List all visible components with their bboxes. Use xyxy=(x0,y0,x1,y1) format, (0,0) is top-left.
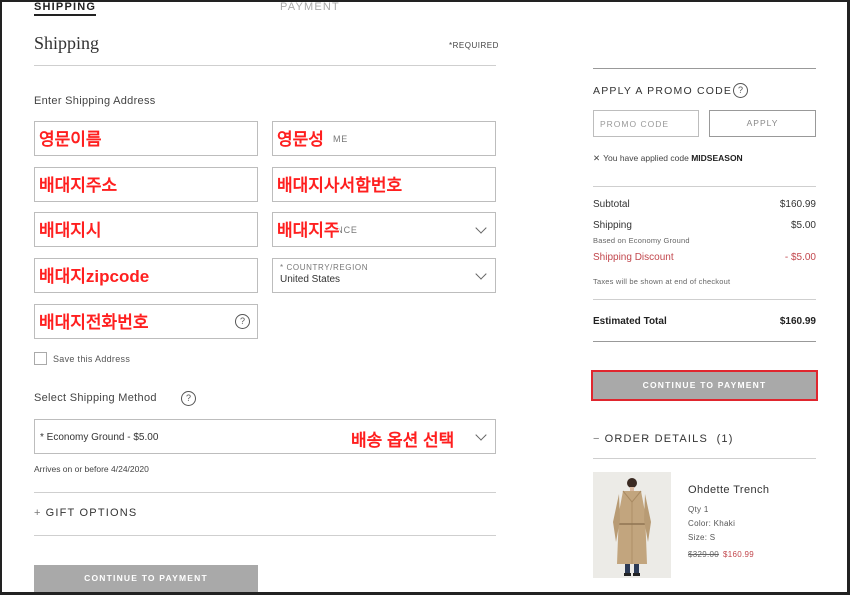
estimated-total-label: Estimated Total xyxy=(593,316,667,327)
zip-field[interactable]: 배대지zipcode xyxy=(34,258,258,293)
address-line2-annotation: 배대지사서함번호 xyxy=(277,176,403,195)
help-icon[interactable]: ? xyxy=(181,391,196,406)
sale-price: $160.99 xyxy=(723,550,755,559)
state-annotation: 배대지주 xyxy=(277,221,340,240)
state-select[interactable]: INCE 배대지주 xyxy=(272,212,496,247)
tab-shipping[interactable]: SHIPPING xyxy=(34,1,97,16)
promo-code-input[interactable]: PROMO CODE xyxy=(593,110,699,137)
page-title: Shipping xyxy=(34,33,100,53)
minus-icon: − xyxy=(593,433,601,445)
city-annotation: 배대지시 xyxy=(39,221,102,240)
shipping-note: Based on Economy Ground xyxy=(593,236,690,245)
shipping-method-annotation: 배송 옵션 선택 xyxy=(351,431,455,450)
divider xyxy=(34,535,496,536)
address-section-label: Enter Shipping Address xyxy=(34,95,156,107)
close-icon[interactable]: ✕ xyxy=(593,153,600,163)
product-name[interactable]: Ohdette Trench xyxy=(688,484,769,496)
subtotal-label: Subtotal xyxy=(593,199,630,210)
apply-promo-button[interactable]: APPLY xyxy=(709,110,816,137)
arrival-estimate: Arrives on or before 4/24/2020 xyxy=(34,464,149,474)
address-line1-field[interactable]: 배대지주소 xyxy=(34,167,258,202)
continue-to-payment-button[interactable]: CONTINUE TO PAYMENT xyxy=(34,565,258,592)
last-name-placeholder: ME xyxy=(333,134,349,144)
divider xyxy=(593,341,816,342)
product-price: $329.00 $160.99 xyxy=(688,550,754,559)
promo-title: APPLY A PROMO CODE xyxy=(593,85,732,97)
country-label: * COUNTRY/REGION xyxy=(280,263,369,272)
gift-options-label: GIFT OPTIONS xyxy=(45,507,138,519)
shipping-discount-label: Shipping Discount xyxy=(593,252,674,263)
order-details-toggle[interactable]: − ORDER DETAILS (1) xyxy=(593,433,734,445)
first-name-field[interactable]: 영문이름 xyxy=(34,121,258,156)
promo-title-text: APPLY A PROMO CODE xyxy=(593,85,733,97)
continue-to-payment-button[interactable]: CONTINUE TO PAYMENT xyxy=(591,370,818,401)
trench-coat-image xyxy=(593,472,671,578)
estimated-total-value: $160.99 xyxy=(779,316,816,327)
help-icon[interactable]: ? xyxy=(235,314,250,329)
original-price: $329.00 xyxy=(688,550,720,559)
product-image[interactable] xyxy=(593,472,671,578)
address-line2-field[interactable]: 배대지사서함번호 xyxy=(272,167,496,202)
divider xyxy=(593,186,816,187)
chevron-down-icon xyxy=(475,268,487,280)
zip-annotation: 배대지zipcode xyxy=(39,267,150,286)
order-count: (1) xyxy=(716,433,734,445)
product-color: Color: Khaki xyxy=(688,519,736,528)
save-address-label: Save this Address xyxy=(53,354,131,364)
shipping-method-value: * Economy Ground - $5.00 xyxy=(40,432,159,443)
shipping-label: Shipping xyxy=(593,220,632,231)
chevron-down-icon xyxy=(475,222,487,234)
chevron-down-icon xyxy=(475,429,487,441)
help-icon[interactable]: ? xyxy=(733,83,748,98)
shipping-method-label: Select Shipping Method xyxy=(34,392,157,404)
phone-annotation: 배대지전화번호 xyxy=(39,313,149,332)
applied-text: You have applied code xyxy=(603,153,689,163)
last-name-annotation: 영문성 xyxy=(277,130,324,149)
product-size: Size: S xyxy=(688,533,716,542)
applied-code-message: ✕ You have applied code MIDSEASON xyxy=(593,153,743,164)
applied-code: MIDSEASON xyxy=(691,153,743,163)
order-details-label: ORDER DETAILS xyxy=(604,433,709,445)
gift-options-toggle[interactable]: + GIFT OPTIONS xyxy=(34,507,137,519)
address-line1-annotation: 배대지주소 xyxy=(39,176,118,195)
country-value: United States xyxy=(280,274,341,285)
last-name-field[interactable]: ME 영문성 xyxy=(272,121,496,156)
divider xyxy=(593,68,816,69)
divider xyxy=(34,492,496,493)
shipping-method-select[interactable]: * Economy Ground - $5.00 배송 옵션 선택 xyxy=(34,419,496,454)
save-address-checkbox[interactable] xyxy=(34,352,47,365)
divider xyxy=(34,65,496,66)
required-note: *REQUIRED xyxy=(449,41,499,50)
shipping-value: $5.00 xyxy=(790,220,816,231)
product-qty: Qty 1 xyxy=(688,505,709,514)
plus-icon: + xyxy=(34,507,42,519)
divider xyxy=(593,299,816,300)
divider xyxy=(593,458,816,459)
city-field[interactable]: 배대지시 xyxy=(34,212,258,247)
taxes-note: Taxes will be shown at end of checkout xyxy=(593,277,731,286)
tab-payment[interactable]: PAYMENT xyxy=(280,1,340,13)
first-name-annotation: 영문이름 xyxy=(39,130,102,149)
shipping-discount-value: - $5.00 xyxy=(784,252,816,263)
phone-field[interactable]: 배대지전화번호 ? xyxy=(34,304,258,339)
subtotal-value: $160.99 xyxy=(779,199,816,210)
country-select[interactable]: * COUNTRY/REGION United States xyxy=(272,258,496,293)
